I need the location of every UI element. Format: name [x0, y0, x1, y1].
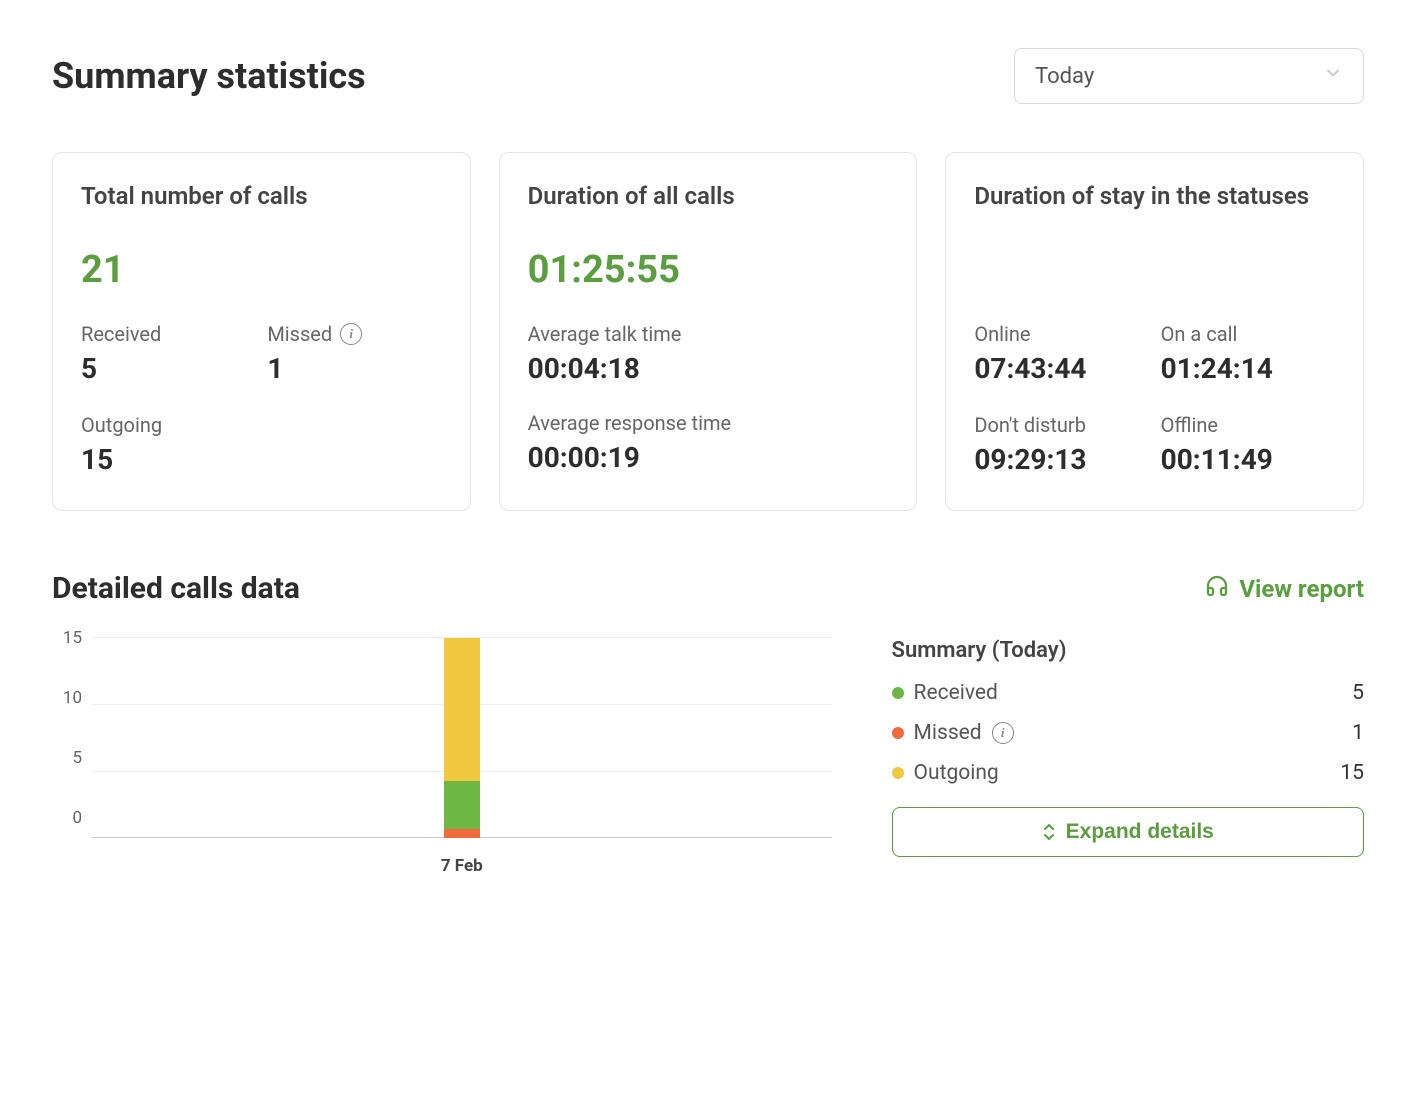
legend-row-outgoing: Outgoing 15 — [892, 761, 1364, 785]
section-title-detailed: Detailed calls data — [52, 571, 300, 606]
expand-details-button[interactable]: Expand details — [892, 807, 1364, 857]
legend-row-received: Received 5 — [892, 681, 1364, 705]
offline-label: Offline — [1161, 413, 1335, 437]
dnd-label: Don't disturb — [974, 413, 1148, 437]
received-label: Received — [81, 322, 255, 346]
dot-icon — [892, 767, 904, 779]
headset-icon — [1205, 574, 1229, 604]
dot-icon — [892, 727, 904, 739]
legend-label: Missed — [914, 721, 982, 745]
on-call-label: On a call — [1161, 322, 1335, 346]
view-report-link[interactable]: View report — [1205, 574, 1364, 604]
legend-value: 1 — [1352, 721, 1364, 745]
card-title: Duration of all calls — [528, 181, 889, 212]
duration-total-value: 01:25:55 — [528, 248, 889, 292]
view-report-label: View report — [1239, 575, 1364, 603]
legend-label: Received — [914, 681, 998, 705]
card-status-duration: Duration of stay in the statuses Online … — [945, 152, 1364, 511]
chart-plot-area — [92, 638, 832, 838]
online-value: 07:43:44 — [974, 352, 1148, 385]
on-call-value: 01:24:14 — [1161, 352, 1335, 385]
expand-details-label: Expand details — [1066, 820, 1214, 844]
chart-y-axis: 151050 — [52, 638, 82, 838]
page-title: Summary statistics — [52, 55, 366, 97]
bar-segment — [444, 829, 480, 839]
legend-value: 15 — [1340, 761, 1364, 785]
card-title: Duration of stay in the statuses — [974, 181, 1335, 212]
avg-resp-value: 00:00:19 — [528, 441, 889, 474]
outgoing-value: 15 — [81, 443, 255, 476]
total-calls-value: 21 — [81, 248, 442, 292]
online-label: Online — [974, 322, 1148, 346]
avg-resp-label: Average response time — [528, 411, 889, 435]
bar-segment — [444, 638, 480, 781]
summary-legend-panel: Summary (Today) Received 5 Missed i 1 Ou… — [892, 638, 1364, 857]
bar-segment — [444, 781, 480, 829]
period-select-value: Today — [1035, 64, 1094, 89]
outgoing-label: Outgoing — [81, 413, 255, 437]
calls-bar-chart: 151050 7 Feb — [52, 638, 832, 876]
legend-title: Summary (Today) — [892, 638, 1364, 663]
expand-icon — [1042, 824, 1056, 840]
dot-icon — [892, 687, 904, 699]
card-duration-calls: Duration of all calls 01:25:55 Average t… — [499, 152, 918, 511]
legend-label: Outgoing — [914, 761, 999, 785]
chevron-down-icon — [1323, 63, 1343, 89]
legend-row-missed: Missed i 1 — [892, 721, 1364, 745]
dnd-value: 09:29:13 — [974, 443, 1148, 476]
missed-value: 1 — [267, 352, 441, 385]
card-title: Total number of calls — [81, 181, 442, 212]
avg-talk-label: Average talk time — [528, 322, 889, 346]
info-icon[interactable]: i — [992, 722, 1014, 744]
missed-label: Missed — [267, 322, 332, 346]
chart-x-label: 7 Feb — [92, 856, 832, 876]
offline-value: 00:11:49 — [1161, 443, 1335, 476]
info-icon[interactable]: i — [340, 323, 362, 345]
period-select[interactable]: Today — [1014, 48, 1364, 104]
legend-value: 5 — [1352, 681, 1364, 705]
received-value: 5 — [81, 352, 255, 385]
avg-talk-value: 00:04:18 — [528, 352, 889, 385]
card-total-calls: Total number of calls 21 Received 5 Miss… — [52, 152, 471, 511]
